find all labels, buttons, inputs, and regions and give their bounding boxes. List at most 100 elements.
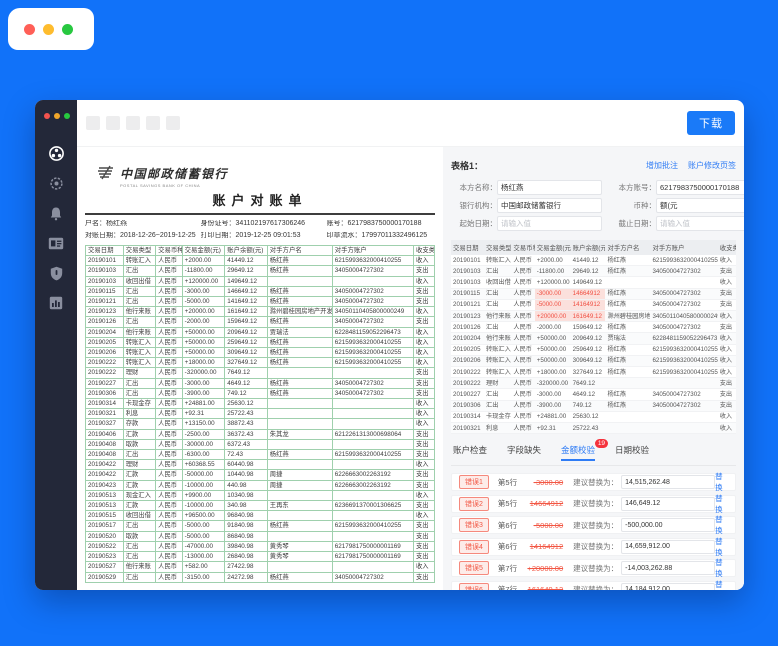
- tab-missing-fields[interactable]: 字段缺失: [507, 444, 541, 460]
- suspect-cell[interactable]: +20000.00: [534, 310, 571, 323]
- suspect-cell[interactable]: 161649.12: [570, 310, 606, 323]
- document-preview: 中国邮政储蓄银行 POSTAL SAVINGS BANK OF CHINA 账户…: [77, 147, 443, 590]
- replace-button[interactable]: 替换: [715, 493, 728, 515]
- statement-meta-item: 户名：杨红燕: [85, 220, 127, 227]
- error-line-number: 第7行: [497, 563, 518, 573]
- statement-table-row: 20190204 他行来账 人民币 +50000.00 209649.12 贾瑞法 6228…: [85, 326, 435, 338]
- error-badge: 错误5: [459, 561, 489, 576]
- statement-table-row: 20190422 理财 人民币 +60368.55 60440.98 收入: [85, 459, 435, 471]
- sidebar-item-wheel-logo-icon[interactable]: [48, 145, 65, 167]
- extracted-table-row: 20190115 汇出 人民币 -3000.00 14664912 杨红燕 34050004…: [451, 288, 736, 300]
- statement-table-row: 20190306 汇出 人民币 -3900.00 749.12 杨红燕 3405000472…: [85, 387, 435, 400]
- statement-table-row: 20190321 利息 人民币 +92.31 25722.43 收入: [85, 408, 435, 420]
- suggested-value-input[interactable]: [621, 496, 716, 511]
- suggested-value-input[interactable]: [621, 539, 716, 554]
- zoom-window-button[interactable]: [62, 23, 73, 35]
- statement-table-row: 20190206 转账汇入 人民币 +50000.00 309649.12 杨红燕 6215…: [85, 347, 435, 359]
- toolbar-button-4[interactable]: [146, 116, 160, 130]
- sidebar-nav: [48, 145, 65, 315]
- toolbar-button-3[interactable]: [126, 116, 140, 130]
- suspect-cell[interactable]: -3000.00: [534, 288, 571, 300]
- download-button[interactable]: 下载: [687, 111, 735, 135]
- bank-org-field[interactable]: [497, 198, 602, 213]
- end-date-field[interactable]: [656, 216, 744, 231]
- statement-table-row: 20190513 现金汇入 人民币 +9900.00 10340.98 收入: [85, 489, 435, 502]
- inner-traffic-lights: [44, 113, 70, 119]
- statement-meta-item: 账号：6217983750000170188: [326, 220, 422, 227]
- suggested-value-input[interactable]: [621, 582, 716, 590]
- extracted-table-row: 20190321 利息 人民币 +92.31 25722.43 收入: [451, 422, 736, 435]
- form-field: 本方名称：: [451, 180, 602, 195]
- statement-table-row: 20190103 收回出借 人民币 +120000.00 149649.12 收入: [85, 275, 435, 287]
- replace-button[interactable]: 替换: [715, 514, 728, 536]
- start-date-field[interactable]: [497, 216, 602, 231]
- error-line-number: 第5行: [497, 477, 518, 487]
- toolbar-button-1[interactable]: [86, 116, 100, 130]
- window-titlebar: [8, 8, 94, 50]
- replace-button[interactable]: 替换: [715, 471, 728, 493]
- extraction-panel: 表格1： 增加批注 账户修改页签 本方名称： 本方账号： 银行机构： 币种： 起始日期：…: [443, 147, 744, 590]
- content-row: 中国邮政储蓄银行 POSTAL SAVINGS BANK OF CHINA 账户…: [77, 146, 744, 590]
- extracted-table-row: 20190227 汇出 人民币 -3000.00 4649.12 杨红燕 340500047…: [451, 388, 736, 401]
- suspect-cell[interactable]: -5000.00: [534, 299, 571, 312]
- inner-close-icon[interactable]: [44, 113, 50, 119]
- statement-table-row: 20190422 汇款 人民币 -50000.00 10440.98 周捷 62266630…: [85, 469, 435, 481]
- suggested-value-input[interactable]: [621, 561, 716, 576]
- statement-table-row: 20190327 存款 人民币 +13150.00 38872.43 收入: [85, 418, 435, 430]
- sidebar-item-id-card-icon[interactable]: [48, 237, 65, 254]
- error-old-value: -3000.00: [533, 477, 564, 487]
- replace-button[interactable]: 替换: [715, 557, 728, 579]
- extracted-table-row: 20190103 收回出借 人民币 +120000.00 149649.12 收入: [451, 276, 736, 289]
- tab-account-check[interactable]: 账户检查: [453, 444, 487, 460]
- close-window-button[interactable]: [24, 23, 35, 35]
- own-name-field[interactable]: [497, 180, 602, 195]
- toolbar-button-5[interactable]: [166, 116, 180, 130]
- bank-name-english: POSTAL SAVINGS BANK OF CHINA: [120, 183, 201, 188]
- extracted-table-row: 20190222 转账汇入 人民币 +18000.00 327649.12 杨红燕 6215…: [451, 366, 736, 379]
- error-row: 错误6 第7行 161649.12 建议替换为： 替换: [451, 579, 736, 590]
- sidebar-item-report-icon[interactable]: [48, 296, 65, 315]
- statement-table-row: 20190101 转账汇入 人民币 +2000.00 41449.12 杨红燕 621599…: [85, 255, 435, 267]
- statement-table-row: 20190515 收回出借 人民币 +96500.00 96840.98 收入: [85, 510, 435, 522]
- report-icon: [49, 296, 63, 315]
- sidebar: [35, 100, 77, 590]
- replace-button[interactable]: 替换: [715, 536, 728, 558]
- replace-button[interactable]: 替换: [715, 579, 728, 590]
- form-field: 银行机构：: [451, 198, 602, 213]
- add-annotation-link[interactable]: 增加批注: [646, 160, 678, 171]
- desktop-background: 下载 中国邮政储蓄银行 POSTAL SAVINGS BANK OF CHINA: [0, 0, 778, 646]
- suggest-label: 建议替换为：: [573, 585, 619, 590]
- wheel-logo-icon: [48, 145, 65, 167]
- suggest-label: 建议替换为：: [573, 563, 619, 573]
- minimize-window-button[interactable]: [43, 23, 54, 35]
- error-row: 错误3 第6行 -5000.00 建议替换为： 替换: [451, 514, 736, 536]
- sidebar-item-shield-icon[interactable]: [48, 266, 65, 284]
- sidebar-item-bell-icon[interactable]: [48, 207, 65, 224]
- inner-minimize-icon[interactable]: [54, 113, 60, 119]
- toolbar-button-2[interactable]: [106, 116, 120, 130]
- statement-table-row: 20190522 汇出 人民币 -47000.00 39840.98 黄秀琴 6217981…: [85, 540, 435, 553]
- panel-title: 表格1：: [451, 161, 484, 171]
- error-line-number: 第7行: [497, 585, 518, 590]
- currency-field[interactable]: [656, 198, 744, 213]
- suspect-cell[interactable]: 14164912: [570, 299, 606, 312]
- statement-table-row: 20190123 他行来账 人民币 +20000.00 161649.12 滁州碧桂园房地…: [85, 306, 435, 318]
- account-edit-tab-link[interactable]: 账户修改页签: [688, 160, 736, 171]
- extracted-table-row: 20190306 汇出 人民币 -3900.00 749.12 杨红燕 3405000472…: [451, 400, 736, 412]
- error-old-value: -5000.00: [533, 520, 564, 530]
- suggested-value-input[interactable]: [621, 518, 716, 533]
- suggested-value-input[interactable]: [621, 475, 716, 490]
- statement-table-row: 20190423 汇款 人民币 -10000.00 440.98 周捷 6226663002…: [85, 479, 435, 491]
- statement-table-row: 20190227 汇出 人民币 -3000.00 4649.12 杨红燕 340500047…: [85, 377, 435, 389]
- error-row: 错误2 第5行 14664912 建议替换为： 替换: [451, 493, 736, 515]
- suspect-cell[interactable]: 14664912: [570, 288, 606, 300]
- own-account-field[interactable]: [656, 180, 744, 195]
- bank-name: 中国邮政储蓄银行: [120, 167, 229, 181]
- tab-amount-check[interactable]: 金额校验 19: [561, 439, 609, 462]
- sidebar-item-gear-icon[interactable]: [48, 176, 65, 196]
- gear-icon: [49, 176, 64, 196]
- form-field-label: 币种：: [633, 201, 657, 210]
- suggest-label: 建议替换为：: [573, 499, 619, 509]
- inner-zoom-icon[interactable]: [64, 113, 70, 119]
- tab-date-check[interactable]: 日期校验: [615, 444, 649, 460]
